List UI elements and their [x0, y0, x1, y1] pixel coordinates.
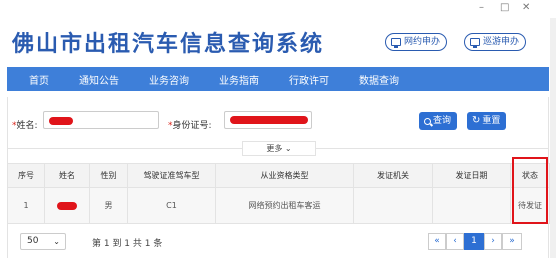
last-page-button[interactable]: »	[502, 233, 522, 250]
cell-date	[432, 187, 511, 224]
cell-gender: 男	[89, 187, 128, 224]
col-header-qual: 从业资格类型	[215, 163, 354, 188]
nav-item-permit[interactable]: 行政许可	[289, 72, 329, 87]
more-toggle[interactable]: 更多 ⌄	[242, 141, 316, 156]
close-icon[interactable]: ✕	[522, 2, 530, 13]
nav-item-guide[interactable]: 业务指南	[219, 72, 259, 87]
search-button[interactable]: 查询	[419, 112, 458, 130]
online-apply-label: 网约申办	[404, 37, 441, 47]
window-titlebar: – □ ✕	[0, 0, 556, 18]
site-header: 佛山市出租汽车信息查询系统 网约申办 巡游申办	[0, 18, 556, 64]
reset-button[interactable]: ↻ 重置	[467, 112, 507, 130]
maximize-icon[interactable]: □	[500, 2, 509, 13]
nav-item-consult[interactable]: 业务咨询	[149, 72, 189, 87]
col-header-issuer: 发证机关	[353, 163, 433, 188]
redaction-mark	[49, 117, 73, 125]
current-page-button[interactable]: 1	[464, 233, 484, 250]
cell-issuer	[353, 187, 433, 224]
minimize-icon[interactable]: –	[479, 2, 484, 13]
search-button-label: 查询	[433, 116, 452, 126]
cell-index: 1	[7, 187, 45, 224]
status-highlight-box	[512, 157, 548, 224]
col-header-gender: 性别	[89, 163, 128, 188]
results-table: 序号 姓名 性别 驾驶证准驾车型 从业资格类型 发证机关 发证日期 状态 1 男…	[7, 163, 550, 224]
site-title: 佛山市出租汽车信息查询系统	[12, 31, 325, 57]
col-header-license: 驾驶证准驾车型	[127, 163, 216, 188]
page-size-value: 50	[27, 236, 39, 246]
id-label: *身份证号:	[168, 118, 212, 131]
vertical-scrollbar[interactable]	[550, 18, 556, 258]
reset-button-label: 重置	[482, 116, 501, 126]
cell-qual: 网络预约出租车客运	[215, 187, 354, 224]
first-page-button[interactable]: «	[428, 233, 446, 250]
page-size-select[interactable]: 50 ⌄	[20, 233, 66, 250]
chevron-down-icon: ⌄	[53, 237, 60, 246]
refresh-icon: ↻	[472, 115, 481, 126]
col-header-index: 序号	[7, 163, 45, 188]
online-apply-button[interactable]: 网约申办	[385, 33, 448, 51]
nav-item-home[interactable]: 首页	[29, 72, 49, 87]
cell-name	[44, 187, 90, 224]
prev-page-button[interactable]: ‹	[446, 233, 464, 250]
nav-item-notices[interactable]: 通知公告	[79, 72, 119, 87]
cruise-apply-button[interactable]: 巡游申办	[464, 33, 527, 51]
name-label-text: 姓名:	[16, 121, 38, 131]
pagination-info: 第 1 到 1 共 1 条	[92, 239, 163, 249]
col-header-date: 发证日期	[432, 163, 511, 188]
name-label: *姓名:	[12, 118, 38, 131]
table-row[interactable]: 1 男 C1 网络预约出租车客运 待发证	[7, 187, 550, 224]
redaction-mark	[57, 201, 77, 210]
search-icon	[424, 117, 431, 125]
monitor-icon	[470, 38, 480, 48]
table-header-row: 序号 姓名 性别 驾驶证准驾车型 从业资格类型 发证机关 发证日期 状态	[7, 163, 550, 188]
cruise-apply-label: 巡游申办	[483, 37, 520, 47]
redaction-mark	[230, 116, 308, 124]
cell-license: C1	[127, 187, 216, 224]
next-page-button[interactable]: ›	[484, 233, 502, 250]
nav-item-data-query[interactable]: 数据查询	[359, 72, 399, 87]
col-header-name: 姓名	[44, 163, 90, 188]
id-label-text: 身份证号:	[172, 121, 212, 131]
main-nav: 首页 通知公告 业务咨询 业务指南 行政许可 数据查询	[7, 67, 549, 91]
monitor-icon	[391, 38, 401, 48]
